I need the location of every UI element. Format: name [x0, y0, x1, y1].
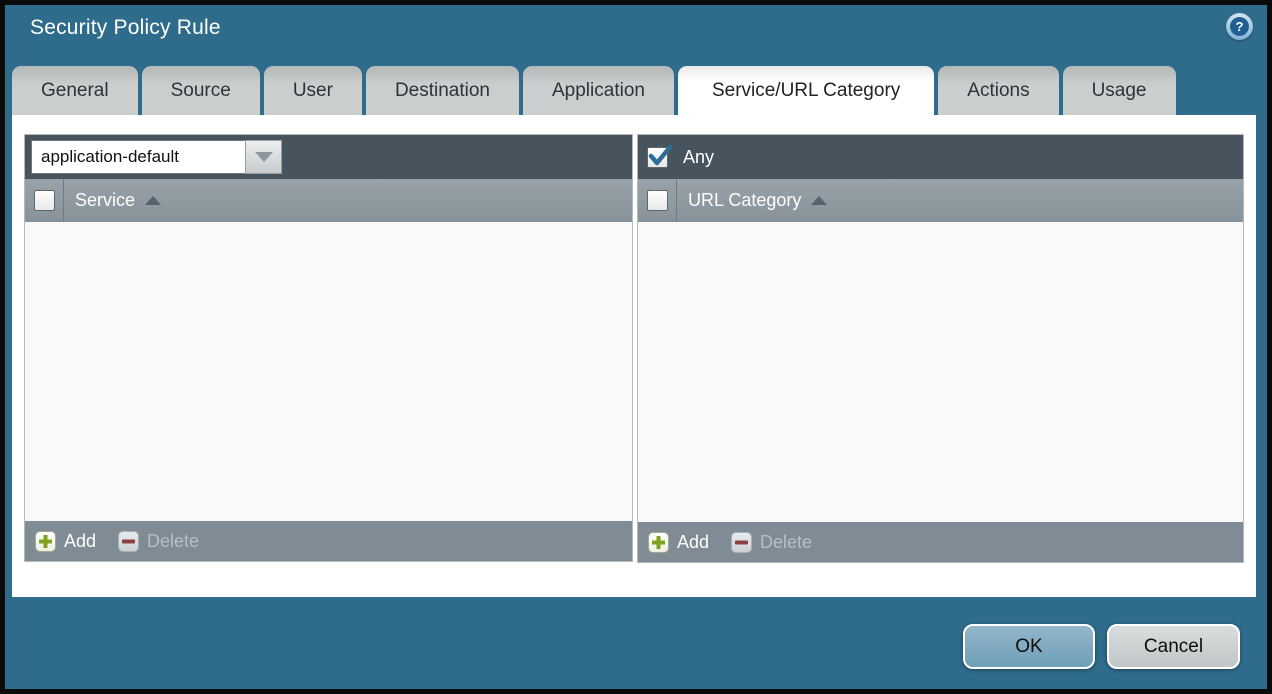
url-category-panel-footer: Add Delete	[638, 522, 1243, 562]
cancel-button[interactable]: Cancel	[1107, 624, 1240, 669]
service-select-all-checkbox[interactable]	[25, 179, 64, 222]
delete-minus-icon	[731, 532, 752, 553]
checkbox-unchecked-icon	[34, 190, 55, 211]
help-icon-glyph: ?	[1230, 17, 1249, 36]
tab-content: application-default Service	[12, 115, 1256, 597]
url-category-delete-label: Delete	[760, 532, 812, 553]
tab-general[interactable]: General	[12, 66, 138, 115]
sort-ascending-icon	[811, 196, 827, 205]
url-category-delete-button[interactable]: Delete	[731, 532, 812, 553]
service-panel-footer: Add Delete	[25, 521, 632, 561]
tab-usage[interactable]: Usage	[1063, 66, 1176, 115]
url-category-table-header: URL Category	[638, 179, 1243, 222]
sort-ascending-icon	[145, 196, 161, 205]
url-category-add-label: Add	[677, 532, 709, 553]
chevron-down-icon	[255, 152, 273, 162]
service-column-header[interactable]: Service	[64, 190, 161, 211]
security-policy-rule-dialog: Security Policy Rule ? General Source Us…	[0, 0, 1272, 694]
service-type-dropdown[interactable]: application-default	[31, 140, 282, 174]
service-add-button[interactable]: Add	[35, 531, 96, 552]
service-table-body[interactable]	[25, 222, 632, 521]
any-checkbox[interactable]	[647, 147, 668, 168]
any-label: Any	[683, 147, 714, 168]
service-panel: application-default Service	[24, 134, 633, 562]
url-category-panel: Any URL Category Add	[637, 134, 1244, 563]
help-icon[interactable]: ?	[1226, 13, 1253, 40]
url-category-add-button[interactable]: Add	[648, 532, 709, 553]
ok-button[interactable]: OK	[963, 624, 1095, 669]
url-category-select-all-checkbox[interactable]	[638, 179, 677, 222]
url-category-column-header[interactable]: URL Category	[677, 190, 827, 211]
add-plus-icon	[35, 531, 56, 552]
dialog-title: Security Policy Rule	[30, 16, 221, 40]
tab-bar: General Source User Destination Applicat…	[12, 66, 1260, 115]
url-category-table-body[interactable]	[638, 222, 1243, 522]
url-category-column-label: URL Category	[688, 190, 801, 211]
service-add-label: Add	[64, 531, 96, 552]
tab-source[interactable]: Source	[142, 66, 260, 115]
add-plus-icon	[648, 532, 669, 553]
url-category-panel-header: Any	[638, 135, 1243, 179]
tab-destination[interactable]: Destination	[366, 66, 519, 115]
service-column-label: Service	[75, 190, 135, 211]
tab-actions[interactable]: Actions	[938, 66, 1058, 115]
any-checkbox-row[interactable]: Any	[647, 147, 714, 168]
tab-service-url-category[interactable]: Service/URL Category	[678, 66, 934, 115]
service-table-header: Service	[25, 179, 632, 222]
service-delete-label: Delete	[147, 531, 199, 552]
delete-minus-icon	[118, 531, 139, 552]
service-panel-header: application-default	[25, 135, 632, 179]
tab-application[interactable]: Application	[523, 66, 674, 115]
service-delete-button[interactable]: Delete	[118, 531, 199, 552]
tab-user[interactable]: User	[264, 66, 362, 115]
service-type-dropdown-value[interactable]: application-default	[31, 140, 245, 174]
dropdown-arrow-button[interactable]	[245, 140, 282, 174]
checkbox-unchecked-icon	[647, 190, 668, 211]
